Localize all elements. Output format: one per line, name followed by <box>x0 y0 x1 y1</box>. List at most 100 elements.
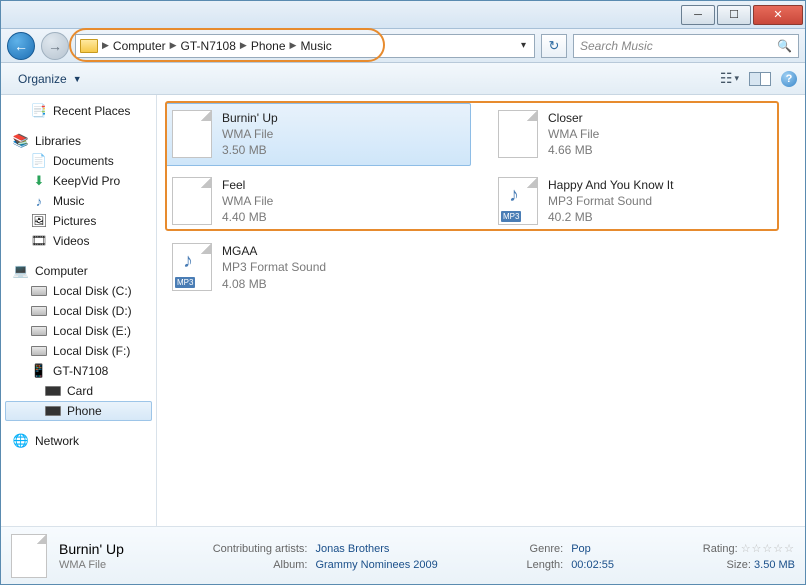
nav-label: Videos <box>53 234 89 248</box>
file-meta: Happy And You Know ItMP3 Format Sound40.… <box>548 177 673 226</box>
breadcrumb-item[interactable]: Music <box>300 39 331 53</box>
folder-icon <box>80 39 98 53</box>
drive-icon <box>45 406 61 416</box>
label-rating: Rating: <box>703 543 738 555</box>
val-artists: Jonas Brothers <box>315 543 478 555</box>
network-icon: 🌐 <box>13 433 29 449</box>
drive-icon <box>31 346 47 356</box>
chevron-right-icon: ▶ <box>170 40 177 51</box>
close-button[interactable]: ✕ <box>753 5 803 25</box>
nav-libraries[interactable]: 📚 Libraries <box>5 131 152 151</box>
recent-icon: 📑 <box>31 103 47 119</box>
file-item[interactable]: ♪MGAAMP3 Format Sound4.08 MB <box>165 236 471 299</box>
file-type: WMA File <box>222 126 278 142</box>
search-input[interactable]: Search Music 🔍 <box>573 34 799 58</box>
music-icon: ♪ <box>31 193 47 209</box>
file-name: MGAA <box>222 243 326 259</box>
details-pane: Burnin' Up Contributing artists: Jonas B… <box>1 526 805 584</box>
file-name: Happy And You Know It <box>548 177 673 193</box>
details-filetype: WMA File <box>59 559 164 571</box>
nav-label: Local Disk (E:) <box>53 324 131 338</box>
nav-phone[interactable]: Phone <box>5 401 152 421</box>
details-grid: Burnin' Up Contributing artists: Jonas B… <box>59 541 795 571</box>
label-artists: Contributing artists: <box>172 543 307 555</box>
nav-card[interactable]: Card <box>5 381 152 401</box>
nav-videos[interactable]: 🎞 Videos <box>5 231 152 251</box>
maximize-button[interactable]: ☐ <box>717 5 751 25</box>
body-row: 📑 Recent Places 📚 Libraries 📄 Documents ⬇Ke… <box>1 95 805 526</box>
organize-label: Organize <box>18 72 67 86</box>
details-name: Burnin' Up <box>59 541 164 557</box>
preview-pane-button[interactable] <box>749 72 771 86</box>
nav-disk-d[interactable]: Local Disk (D:) <box>5 301 152 321</box>
nav-device[interactable]: 📱GT-N7108 <box>5 361 152 381</box>
val-album: Grammy Nominees 2009 <box>315 559 478 571</box>
rating-stars[interactable]: ☆☆☆☆☆ <box>741 543 795 555</box>
nav-label: Documents <box>53 154 114 168</box>
file-name: Burnin' Up <box>222 110 278 126</box>
nav-network[interactable]: 🌐Network <box>5 431 152 451</box>
nav-label: GT-N7108 <box>53 364 108 378</box>
search-icon: 🔍 <box>777 39 792 53</box>
drive-icon <box>31 286 47 296</box>
file-type: MP3 Format Sound <box>548 193 673 209</box>
file-meta: FeelWMA File4.40 MB <box>222 177 273 226</box>
file-thumb-doc-icon <box>498 110 538 158</box>
nav-documents[interactable]: 📄 Documents <box>5 151 152 171</box>
back-button[interactable]: ← <box>7 32 35 60</box>
nav-pictures[interactable]: 🖼 Pictures <box>5 211 152 231</box>
view-options-button[interactable]: ☷▾ <box>720 70 739 87</box>
search-placeholder: Search Music <box>580 39 653 53</box>
file-thumb-mp3-icon: ♪ <box>498 177 538 225</box>
refresh-button[interactable]: ↻ <box>541 34 567 58</box>
address-dropdown[interactable]: ▾ <box>517 40 530 51</box>
file-meta: CloserWMA File4.66 MB <box>548 110 599 159</box>
videos-icon: 🎞 <box>31 233 47 249</box>
chevron-right-icon: ▶ <box>240 40 247 51</box>
pictures-icon: 🖼 <box>31 213 47 229</box>
nav-recent-places[interactable]: 📑 Recent Places <box>5 101 152 121</box>
file-item[interactable]: Burnin' UpWMA File3.50 MB <box>165 103 471 166</box>
organize-button[interactable]: Organize ▼ <box>9 68 91 90</box>
label-length: Length: <box>486 559 563 571</box>
toolbar: Organize ▼ ☷▾ ? <box>1 63 805 95</box>
nav-keepvid[interactable]: ⬇KeepVid Pro <box>5 171 152 191</box>
file-meta: MGAAMP3 Format Sound4.08 MB <box>222 243 326 292</box>
help-button[interactable]: ? <box>781 71 797 87</box>
file-size: 3.50 MB <box>222 142 278 158</box>
file-name: Feel <box>222 177 273 193</box>
file-item[interactable]: ♪Happy And You Know ItMP3 Format Sound40… <box>491 170 797 233</box>
nav-disk-f[interactable]: Local Disk (F:) <box>5 341 152 361</box>
nav-label: Music <box>53 194 84 208</box>
file-item[interactable]: FeelWMA File4.40 MB <box>165 170 471 233</box>
breadcrumb-item[interactable]: Computer <box>113 39 166 53</box>
forward-button[interactable]: → <box>41 32 69 60</box>
breadcrumb-item[interactable]: GT-N7108 <box>181 39 236 53</box>
nav-computer[interactable]: 💻Computer <box>5 261 152 281</box>
file-type: WMA File <box>222 193 273 209</box>
nav-label: Phone <box>67 404 102 418</box>
title-bar: ─ ☐ ✕ <box>1 1 805 29</box>
toolbar-right: ☷▾ ? <box>720 70 797 87</box>
documents-icon: 📄 <box>31 153 47 169</box>
file-thumb-doc-icon <box>172 110 212 158</box>
nav-disk-c[interactable]: Local Disk (C:) <box>5 281 152 301</box>
address-wrap: ▶ Computer ▶ GT-N7108 ▶ Phone ▶ Music ▾ <box>75 34 535 58</box>
libraries-icon: 📚 <box>13 133 29 149</box>
content-area[interactable]: Burnin' UpWMA File3.50 MBCloserWMA File4… <box>157 95 805 526</box>
nav-label: Libraries <box>35 134 81 148</box>
nav-music[interactable]: ♪ Music <box>5 191 152 211</box>
val-length: 00:02:55 <box>571 559 654 571</box>
file-size: 40.2 MB <box>548 209 673 225</box>
nav-label: Recent Places <box>53 104 130 118</box>
nav-disk-e[interactable]: Local Disk (E:) <box>5 321 152 341</box>
address-bar[interactable]: ▶ Computer ▶ GT-N7108 ▶ Phone ▶ Music ▾ <box>75 34 535 58</box>
nav-label: Pictures <box>53 214 96 228</box>
nav-label: KeepVid Pro <box>53 174 120 188</box>
minimize-button[interactable]: ─ <box>681 5 715 25</box>
nav-pane[interactable]: 📑 Recent Places 📚 Libraries 📄 Documents ⬇Ke… <box>1 95 157 526</box>
file-meta: Burnin' UpWMA File3.50 MB <box>222 110 278 159</box>
file-item[interactable]: CloserWMA File4.66 MB <box>491 103 797 166</box>
val-size: 3.50 MB <box>754 559 795 571</box>
breadcrumb-item[interactable]: Phone <box>251 39 286 53</box>
